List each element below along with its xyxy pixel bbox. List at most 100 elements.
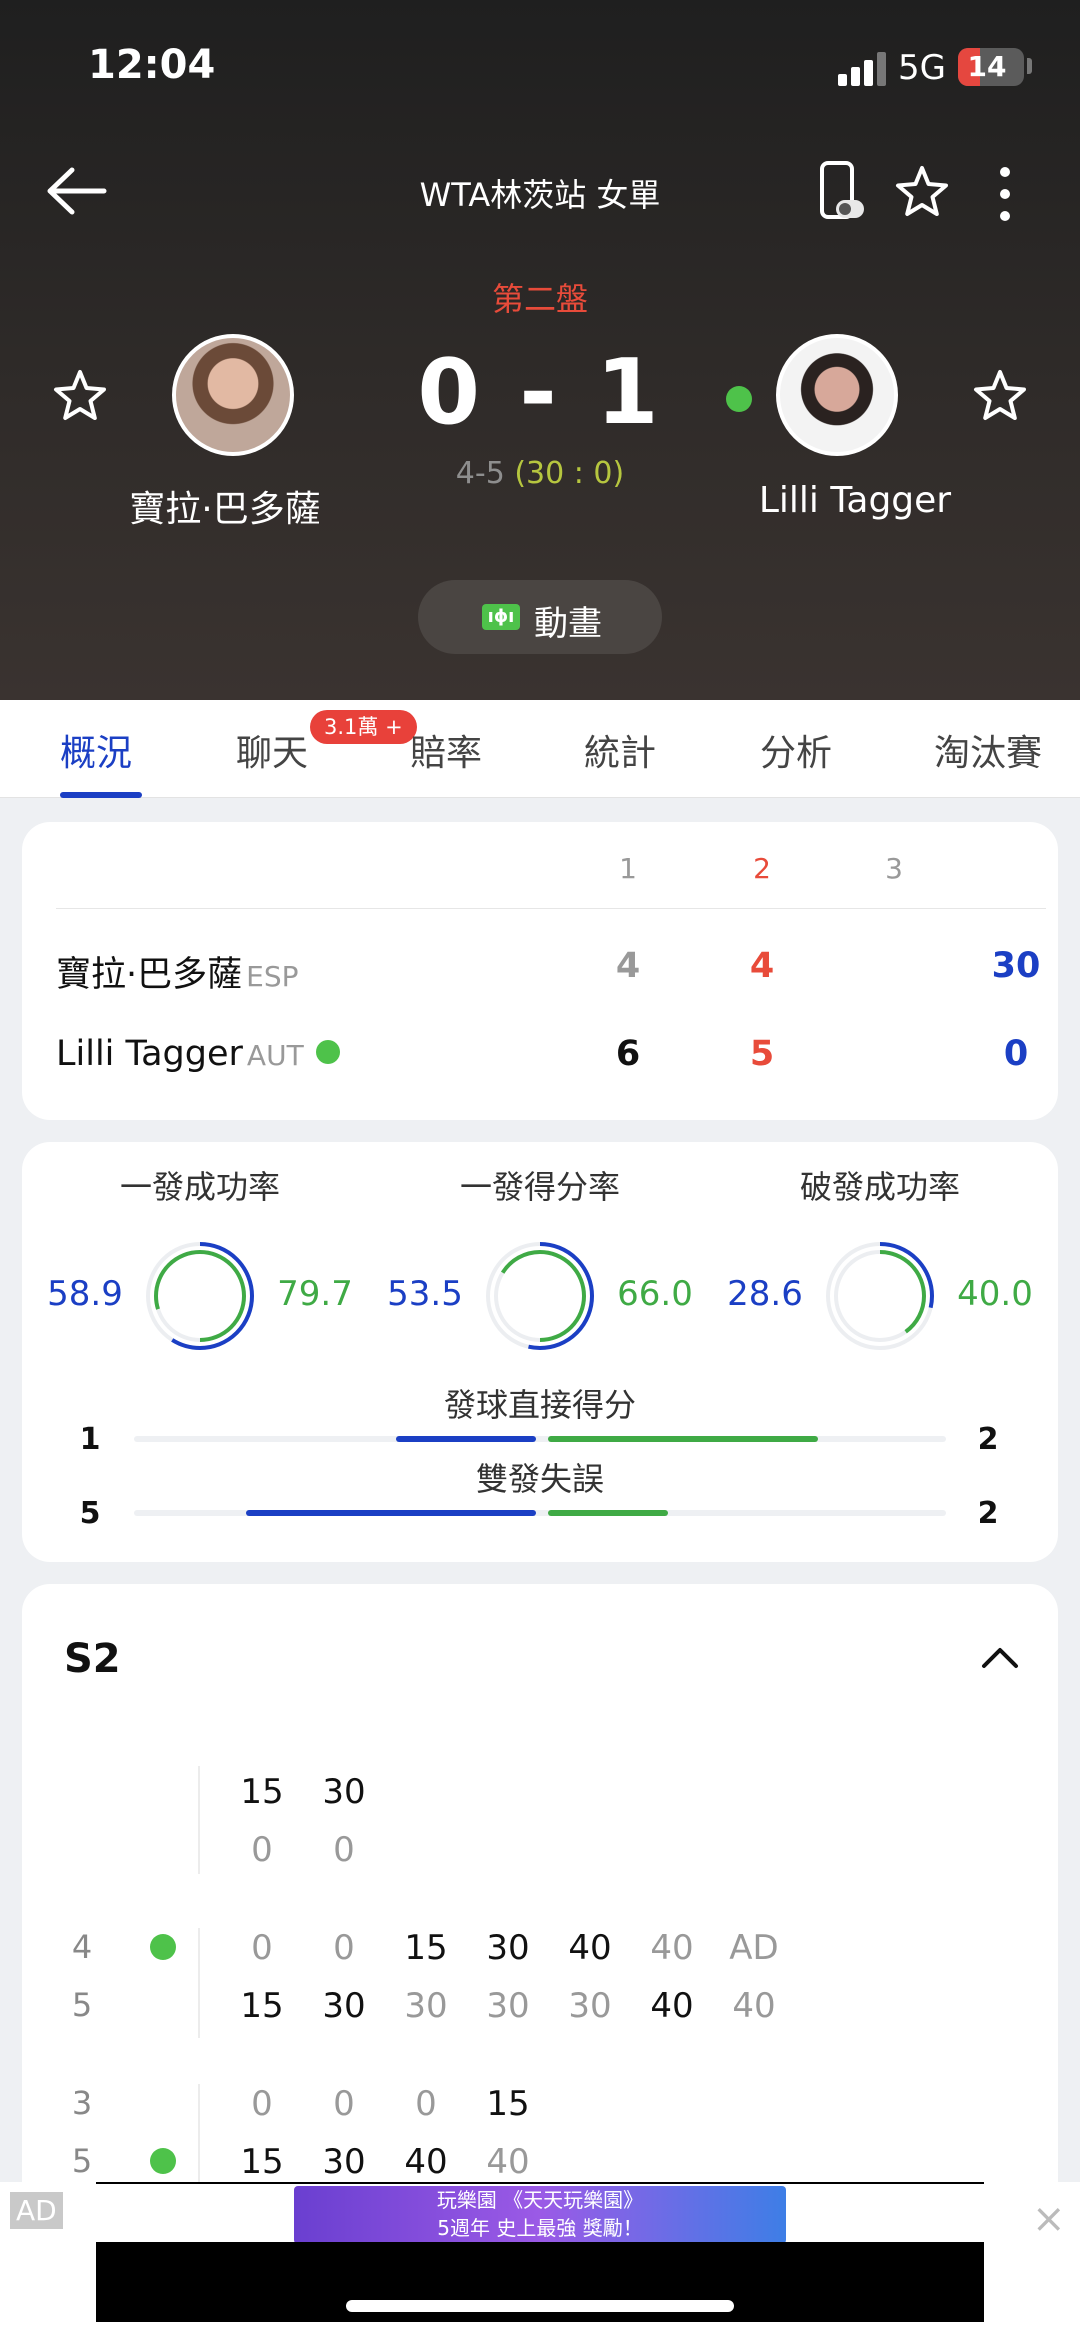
bar-left-value: 5 bbox=[79, 1496, 101, 1531]
player-name-right[interactable]: Lilli Tagger bbox=[690, 480, 1020, 521]
serving-ball-icon bbox=[726, 386, 752, 412]
point-cell: 0 bbox=[333, 2084, 355, 2124]
game-score-label: 5 bbox=[71, 1986, 93, 2024]
point-cell: 0 bbox=[333, 1830, 355, 1870]
point-cell: 40 bbox=[650, 1986, 694, 2026]
tab-stats[interactable]: 統計 bbox=[584, 724, 656, 776]
stat-title: 破發成功率 bbox=[799, 1168, 960, 1206]
game-score-label: 5 bbox=[71, 2142, 93, 2180]
stat-right-value: 66.0 bbox=[617, 1274, 693, 1314]
bar-left-value: 1 bbox=[79, 1422, 101, 1457]
bar-right-fill bbox=[548, 1510, 668, 1516]
set-header: 1 bbox=[619, 852, 637, 885]
stat-ring-chart bbox=[486, 1242, 594, 1350]
set-score-cell: 4 bbox=[749, 946, 775, 986]
current-set-label: 第二盤 bbox=[491, 280, 588, 318]
section-title: S2 bbox=[64, 1636, 121, 1682]
point-cell: 30 bbox=[322, 2142, 366, 2182]
stat-right-value: 40.0 bbox=[957, 1274, 1033, 1314]
active-tab-indicator bbox=[60, 792, 142, 798]
battery-tip bbox=[1027, 58, 1032, 74]
ad-banner-line: 玩樂園 《天天玩樂園》 bbox=[436, 2188, 644, 2212]
bar-right-fill bbox=[548, 1436, 818, 1442]
tab-chat[interactable]: 聊天 bbox=[236, 724, 308, 776]
tab-bar: 概況 聊天 3.1萬 + 賠率 統計 分析 淘汰賽 bbox=[0, 700, 1080, 798]
set-score-cell: 6 bbox=[615, 1034, 641, 1074]
battery-icon: 14 bbox=[958, 48, 1024, 86]
point-cell: 30 bbox=[404, 1986, 448, 2026]
stat-break-points: 破發成功率 28.6 40.0 bbox=[720, 1162, 1040, 1362]
point-cell: 40 bbox=[732, 1986, 776, 2026]
stat-ring-chart bbox=[826, 1242, 934, 1350]
stat-right-value: 79.7 bbox=[277, 1274, 353, 1314]
animation-label: 動畫 bbox=[534, 604, 602, 644]
bar-left-fill bbox=[246, 1510, 536, 1516]
more-menu-icon[interactable] bbox=[990, 164, 1020, 224]
scoreboard-row[interactable]: 寶拉·巴多薩 ESP 4 4 30 bbox=[56, 938, 1046, 998]
signal-icon bbox=[838, 52, 886, 86]
star-icon[interactable] bbox=[894, 164, 950, 220]
ad-tag: AD bbox=[10, 2192, 63, 2229]
divider bbox=[56, 908, 1046, 909]
player-country: AUT bbox=[246, 1039, 304, 1072]
point-cell: 30 bbox=[486, 1986, 530, 2026]
bar-stat-title: 雙發失誤 bbox=[475, 1460, 604, 1498]
animation-button[interactable]: ıɸı 動畫 bbox=[418, 580, 662, 654]
serving-ball-icon bbox=[150, 1934, 176, 1960]
chevron-up-icon[interactable] bbox=[978, 1642, 1022, 1672]
set-header: 3 bbox=[885, 852, 903, 885]
phone-toggle-icon[interactable] bbox=[816, 160, 866, 222]
tab-odds[interactable]: 賠率 bbox=[410, 724, 482, 776]
scoreboard-player: 寶拉·巴多薩 ESP bbox=[56, 946, 299, 997]
game-score-label: 4 bbox=[71, 1928, 93, 1966]
ad-frame bbox=[96, 2182, 984, 2184]
tab-analysis[interactable]: 分析 bbox=[760, 724, 832, 776]
serving-ball-icon bbox=[315, 1040, 340, 1064]
bar-left-fill bbox=[396, 1436, 536, 1442]
stat-title: 一發得分率 bbox=[459, 1168, 620, 1206]
bar-right-value: 2 bbox=[977, 1422, 999, 1457]
point-cell: 30 bbox=[486, 1928, 530, 1968]
player-avatar-right[interactable] bbox=[776, 334, 898, 456]
player-country: ESP bbox=[246, 960, 299, 993]
set-score-cell: 5 bbox=[749, 1034, 775, 1074]
stat-left-value: 58.9 bbox=[47, 1274, 123, 1314]
stat-ring-chart bbox=[146, 1242, 254, 1350]
set-score-cell: 4 bbox=[615, 946, 641, 986]
set-header: 2 bbox=[753, 852, 771, 885]
close-icon[interactable]: × bbox=[1032, 2196, 1066, 2242]
serving-ball-icon bbox=[150, 2148, 176, 2174]
point-cell: 40 bbox=[404, 2142, 448, 2182]
status-time: 12:04 bbox=[88, 42, 216, 88]
chat-count-badge: 3.1萬 + bbox=[310, 710, 417, 744]
bar-track bbox=[134, 1436, 946, 1442]
battery-level: 14 bbox=[967, 50, 1007, 83]
point-cell: 15 bbox=[404, 1928, 448, 1968]
point-score-cell: 0 bbox=[1003, 1034, 1029, 1074]
scoreboard-player-name: Lilli Tagger bbox=[56, 1034, 243, 1074]
divider bbox=[198, 2084, 200, 2184]
point-cell: 15 bbox=[240, 1772, 284, 1812]
point-score-cell: 30 bbox=[991, 946, 1041, 986]
scoreboard-player-name: 寶拉·巴多薩 bbox=[56, 955, 243, 995]
favorite-star-icon[interactable] bbox=[972, 368, 1028, 424]
divider bbox=[198, 1766, 200, 1874]
tab-bracket[interactable]: 淘汰賽 bbox=[934, 724, 1042, 776]
match-header: 12:04 5G 14 WTA林茨站 女單 第二盤 寶拉·巴多薩 0 - 1 4… bbox=[0, 0, 1080, 700]
network-type: 5G bbox=[898, 48, 946, 88]
nav-bar: WTA林茨站 女單 bbox=[0, 150, 1080, 230]
point-cell: 40 bbox=[568, 1928, 612, 1968]
status-bar: 12:04 5G 14 bbox=[0, 0, 1080, 130]
stat-left-value: 53.5 bbox=[387, 1274, 463, 1314]
home-indicator[interactable] bbox=[346, 2300, 734, 2312]
tab-overview[interactable]: 概況 bbox=[60, 724, 132, 776]
games-value: 4-5 bbox=[455, 456, 505, 491]
point-cell: 15 bbox=[240, 1986, 284, 2026]
game-score-label: 3 bbox=[71, 2084, 93, 2122]
stat-first-serve-won: 一發得分率 53.5 66.0 bbox=[380, 1162, 700, 1362]
point-cell: 0 bbox=[415, 2084, 437, 2124]
ad-banner[interactable]: 玩樂園 《天天玩樂園》 5週年 史上最強 獎勵！ bbox=[294, 2186, 786, 2244]
scoreboard-row[interactable]: Lilli Tagger AUT 6 5 0 bbox=[56, 1026, 1046, 1086]
point-cell: 30 bbox=[568, 1986, 612, 2026]
bar-stat-title: 發球直接得分 bbox=[443, 1386, 636, 1424]
